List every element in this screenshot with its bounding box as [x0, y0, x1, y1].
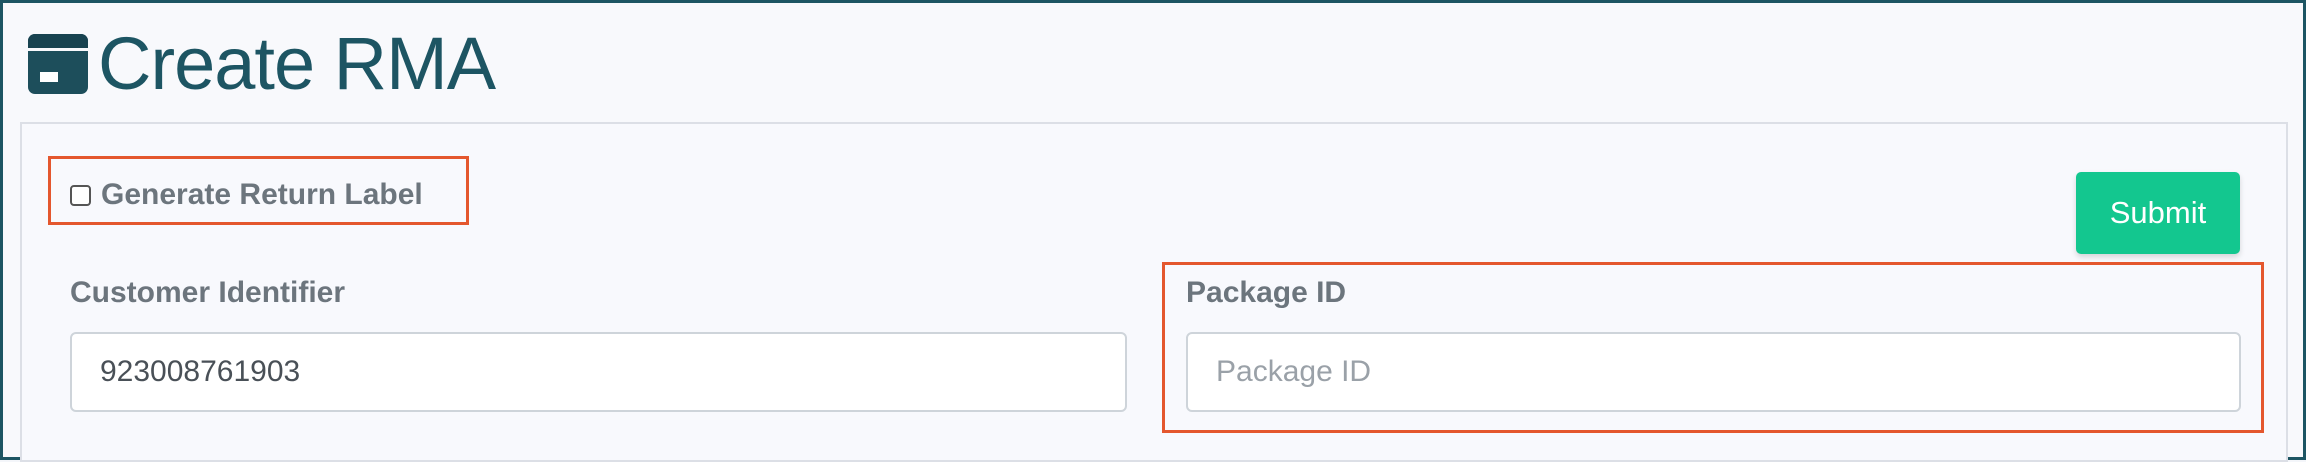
generate-return-label-checkbox[interactable] — [70, 184, 91, 206]
archive-box-icon — [28, 34, 88, 94]
box-slot — [40, 72, 58, 82]
page-title: Create RMA — [98, 22, 496, 105]
generate-return-label-text[interactable]: Generate Return Label — [101, 178, 423, 212]
package-id-input[interactable] — [1186, 332, 2241, 412]
package-id-label: Package ID — [1186, 276, 1347, 309]
customer-identifier-input[interactable] — [70, 332, 1127, 412]
box-lid — [28, 34, 88, 51]
generate-return-label-row[interactable]: Generate Return Label — [70, 178, 423, 212]
submit-button[interactable]: Submit — [2076, 172, 2240, 254]
page-header: Create RMA — [28, 14, 496, 114]
customer-identifier-label: Customer Identifier — [70, 276, 346, 309]
